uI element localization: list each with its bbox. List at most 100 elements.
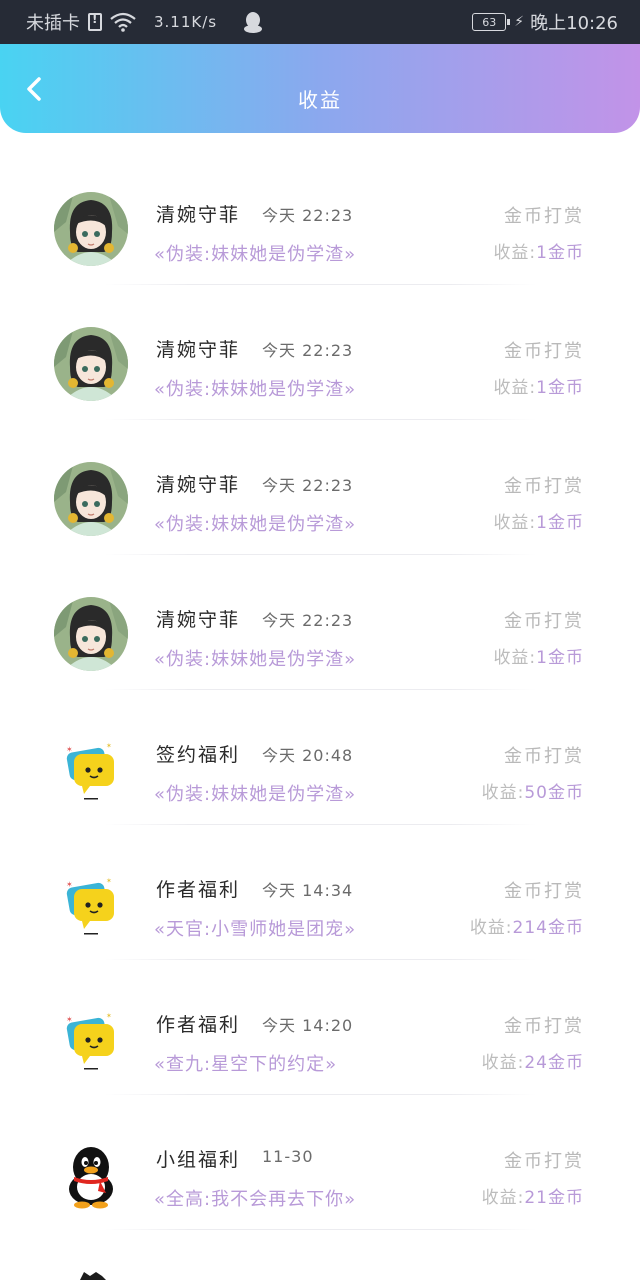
qq-icon — [244, 12, 263, 33]
book-title: «全高:我不会再去下你» — [154, 1189, 357, 1210]
book-title: «查九:星空下的约定» — [154, 1054, 338, 1075]
status-bar: 未插卡 3.11K/s 63 ⚡ 晚上10:26 — [0, 0, 640, 44]
income-label: 收益: — [481, 783, 525, 803]
income-label: 收益: — [493, 648, 537, 668]
income-amount: 收益:24金币 — [482, 1048, 584, 1073]
avatar[interactable]: ✶ ✶ — [54, 1002, 128, 1076]
battery-level: 63 — [482, 15, 497, 29]
income-list-item[interactable]: ✶ ✶ 签约福利 今天 20:48 «伪装:妹妹她是伪学渣» 金币打赏 收益:5… — [0, 690, 640, 825]
avatar[interactable] — [54, 462, 128, 536]
income-value: 50金币 — [524, 783, 584, 803]
avatar[interactable] — [54, 327, 128, 401]
sender-name: 清婉守菲 — [156, 474, 241, 496]
wifi-icon — [110, 12, 136, 32]
clock-time: 晚上10:26 — [530, 13, 618, 34]
sender-name: 作者福利 — [156, 879, 241, 901]
reward-type: 金币打赏 — [504, 881, 584, 902]
svg-text:✶: ✶ — [106, 1012, 112, 1020]
income-value: 1金币 — [536, 243, 584, 263]
income-list: 清婉守菲 今天 22:23 «伪装:妹妹她是伪学渣» 金币打赏 收益:1金币 清… — [0, 150, 640, 1230]
item-time: 今天 22:23 — [262, 341, 354, 360]
book-title: «伪装:妹妹她是伪学渣» — [154, 379, 357, 400]
income-value: 214金币 — [512, 918, 584, 938]
income-list-item[interactable]: 清婉守菲 今天 22:23 «伪装:妹妹她是伪学渣» 金币打赏 收益:1金币 — [0, 555, 640, 690]
income-list-item[interactable]: 清婉守菲 今天 22:23 «伪装:妹妹她是伪学渣» 金币打赏 收益:1金币 — [0, 420, 640, 555]
network-speed: 3.11K/s — [154, 13, 218, 31]
sim-alert-icon — [88, 12, 102, 31]
income-amount: 收益:1金币 — [493, 508, 584, 533]
header-bar: 收益 — [0, 44, 640, 133]
partial-avatar-icon — [80, 1272, 106, 1280]
reward-type: 金币打赏 — [504, 206, 584, 227]
income-amount: 收益:1金币 — [493, 373, 584, 398]
income-value: 24金币 — [524, 1053, 584, 1073]
income-list-item[interactable]: ✶ ✶ 作者福利 今天 14:34 «天官:小雪师她是团宠» 金币打赏 收益:2… — [0, 825, 640, 960]
carrier-text: 未插卡 — [26, 13, 80, 34]
income-amount: 收益:1金币 — [493, 643, 584, 668]
item-time: 今天 22:23 — [262, 206, 354, 225]
income-amount: 收益:1金币 — [493, 238, 584, 263]
sender-name: 小组福利 — [156, 1149, 241, 1171]
income-list-item[interactable]: 小组福利 11-30 «全高:我不会再去下你» 金币打赏 收益:21金币 — [0, 1095, 640, 1230]
income-label: 收益: — [469, 918, 513, 938]
income-list-item[interactable]: 清婉守菲 今天 22:23 «伪装:妹妹她是伪学渣» 金币打赏 收益:1金币 — [0, 285, 640, 420]
avatar-girl-icon — [54, 462, 128, 536]
reward-type: 金币打赏 — [504, 746, 584, 767]
reward-type: 金币打赏 — [504, 611, 584, 632]
charging-icon: ⚡ — [514, 14, 525, 30]
item-time: 今天 14:20 — [262, 1016, 354, 1035]
penguin-icon — [54, 1137, 128, 1211]
sender-name: 签约福利 — [156, 744, 241, 766]
income-label: 收益: — [481, 1053, 525, 1073]
income-label: 收益: — [481, 1188, 525, 1208]
income-label: 收益: — [493, 378, 537, 398]
reward-type: 金币打赏 — [504, 476, 584, 497]
avatar[interactable] — [54, 597, 128, 671]
income-amount: 收益:214金币 — [470, 913, 584, 938]
svg-text:✶: ✶ — [106, 742, 112, 750]
income-value: 1金币 — [536, 513, 584, 533]
income-value: 21金币 — [524, 1188, 584, 1208]
svg-text:✶: ✶ — [66, 1015, 73, 1024]
avatar[interactable] — [54, 1137, 128, 1211]
sender-name: 清婉守菲 — [156, 339, 241, 361]
income-list-item[interactable]: 清婉守菲 今天 22:23 «伪装:妹妹她是伪学渣» 金币打赏 收益:1金币 — [0, 150, 640, 285]
avatar[interactable]: ✶ ✶ — [54, 867, 128, 941]
chat-bubble-icon: ✶ ✶ — [54, 1002, 128, 1076]
item-time: 今天 22:23 — [262, 476, 354, 495]
reward-type: 金币打赏 — [504, 1151, 584, 1172]
income-amount: 收益:50金币 — [482, 778, 584, 803]
item-time: 今天 14:34 — [262, 881, 354, 900]
income-amount: 收益:21金币 — [482, 1183, 584, 1208]
avatar-girl-icon — [54, 597, 128, 671]
page-title: 收益 — [298, 88, 342, 112]
item-time: 今天 20:48 — [262, 746, 354, 765]
book-title: «伪装:妹妹她是伪学渣» — [154, 244, 357, 265]
book-title: «天官:小雪师她是团宠» — [154, 919, 357, 940]
income-label: 收益: — [493, 243, 537, 263]
svg-text:✶: ✶ — [106, 877, 112, 885]
income-label: 收益: — [493, 513, 537, 533]
item-time: 今天 22:23 — [262, 611, 354, 630]
avatar[interactable]: ✶ ✶ — [54, 732, 128, 806]
chat-bubble-icon: ✶ ✶ — [54, 732, 128, 806]
income-value: 1金币 — [536, 648, 584, 668]
divider — [104, 1229, 536, 1230]
chat-bubble-icon: ✶ ✶ — [54, 867, 128, 941]
book-title: «伪装:妹妹她是伪学渣» — [154, 649, 357, 670]
avatar-girl-icon — [54, 327, 128, 401]
avatar[interactable] — [54, 192, 128, 266]
sender-name: 清婉守菲 — [156, 609, 241, 631]
avatar-girl-icon — [54, 192, 128, 266]
reward-type: 金币打赏 — [504, 341, 584, 362]
income-value: 1金币 — [536, 378, 584, 398]
sender-name: 清婉守菲 — [156, 204, 241, 226]
svg-text:✶: ✶ — [66, 880, 73, 889]
svg-text:✶: ✶ — [66, 745, 73, 754]
battery-icon: 63 — [472, 13, 511, 31]
item-time: 11-30 — [262, 1147, 314, 1166]
book-title: «伪装:妹妹她是伪学渣» — [154, 514, 357, 535]
sender-name: 作者福利 — [156, 1014, 241, 1036]
reward-type: 金币打赏 — [504, 1016, 584, 1037]
income-list-item[interactable]: ✶ ✶ 作者福利 今天 14:20 «查九:星空下的约定» 金币打赏 收益:24… — [0, 960, 640, 1095]
